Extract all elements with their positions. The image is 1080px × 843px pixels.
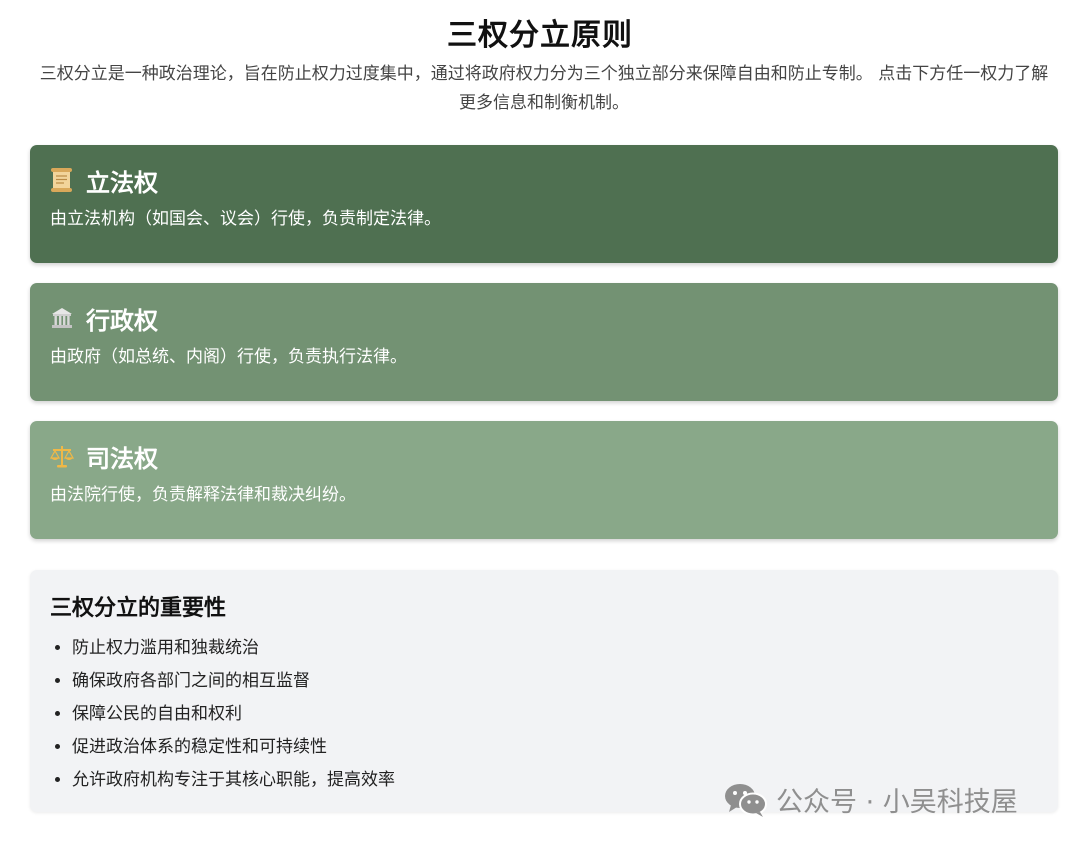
importance-panel: 三权分立的重要性 防止权力滥用和独裁统治 确保政府各部门之间的相互监督 保障公民… (30, 570, 1058, 812)
scroll-icon (50, 167, 74, 193)
card-title: 行政权 (86, 306, 158, 335)
card-description: 由法院行使，负责解释法律和裁决纠纷。 (50, 485, 356, 505)
card-header: 行政权 (50, 301, 1038, 335)
card-title: 立法权 (86, 168, 158, 197)
importance-title: 三权分立的重要性 (50, 596, 227, 621)
importance-list: 防止权力滥用和独裁统治 确保政府各部门之间的相互监督 保障公民的自由和权利 促进… (50, 632, 1038, 797)
page: 三权分立原则 三权分立是一种政治理论，旨在防止权力过度集中，通过将政府权力分为三… (0, 0, 1080, 843)
card-title: 司法权 (86, 444, 158, 473)
watermark-text: 公众号 · 小吴科技屋 (776, 787, 1018, 818)
card-header: 立法权 (50, 163, 1038, 197)
card-header: 司法权 (49, 439, 1038, 473)
list-item: 防止权力滥用和独裁统治 (72, 632, 1038, 665)
list-item: 保障公民的自由和权利 (72, 698, 1038, 731)
card-description: 由政府（如总统、内阁）行使，负责执行法律。 (50, 347, 407, 367)
classical-building-icon (50, 305, 74, 331)
card-legislative-power[interactable]: 立法权 由立法机构（如国会、议会）行使，负责制定法律。 (30, 145, 1058, 263)
list-item: 确保政府各部门之间的相互监督 (72, 665, 1038, 698)
page-intro: 三权分立是一种政治理论，旨在防止权力过度集中，通过将政府权力分为三个独立部分来保… (39, 64, 1049, 113)
balance-scale-icon (49, 443, 75, 469)
watermark: 公众号 · 小吴科技屋 (724, 780, 1018, 819)
card-executive-power[interactable]: 行政权 由政府（如总统、内阁）行使，负责执行法律。 (30, 283, 1058, 401)
card-judicial-power[interactable]: 司法权 由法院行使，负责解释法律和裁决纠纷。 (30, 421, 1058, 539)
card-description: 由立法机构（如国会、议会）行使，负责制定法律。 (50, 209, 441, 229)
page-title: 三权分立原则 (447, 18, 633, 53)
list-item: 促进政治体系的稳定性和可持续性 (72, 731, 1038, 764)
wechat-icon (724, 781, 768, 819)
